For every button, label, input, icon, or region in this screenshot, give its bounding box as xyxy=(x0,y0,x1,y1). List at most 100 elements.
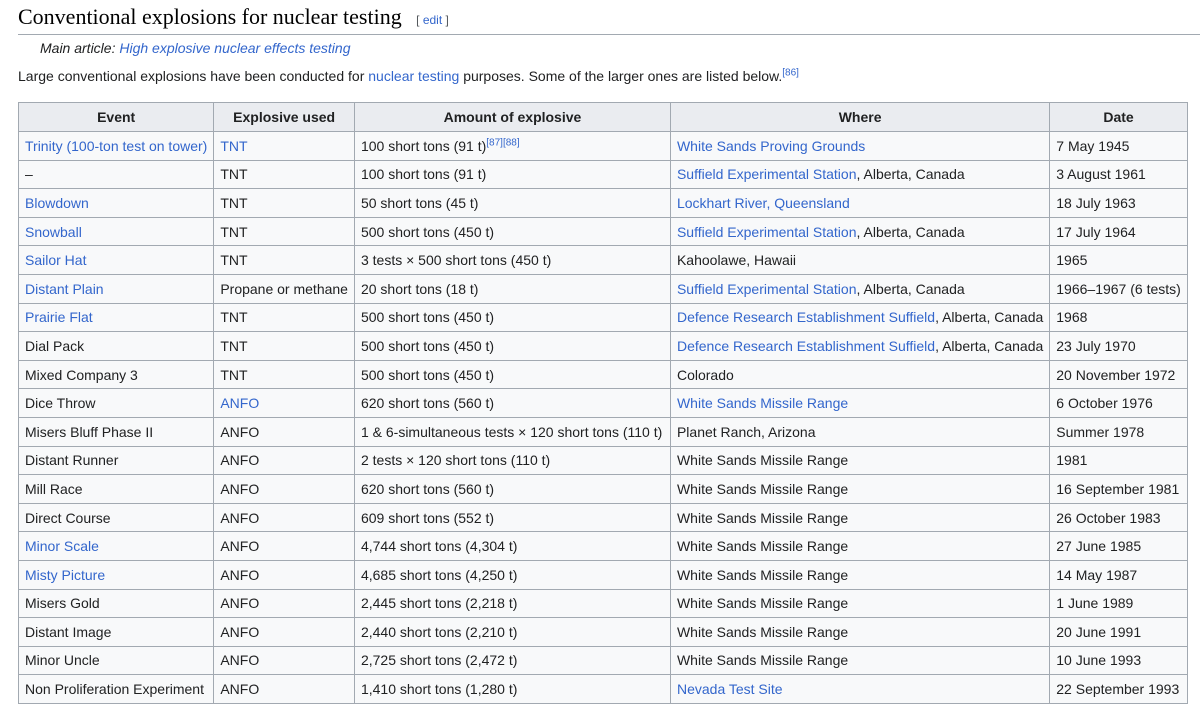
event-link[interactable]: Snowball xyxy=(25,224,82,240)
explosive-text: TNT xyxy=(220,309,248,326)
location-link[interactable]: White Sands Proving Grounds xyxy=(677,138,865,154)
header-explosive: Explosive used xyxy=(213,102,355,132)
main-article-link[interactable]: High explosive nuclear effects testing xyxy=(119,40,350,56)
table-row: – TNT 100 short tons (91 t) Suffield Experi… xyxy=(17,159,1188,190)
cell-amount: 100 short tons (91 t) xyxy=(353,159,671,190)
amount-text: 100 short tons (91 t) xyxy=(360,166,487,183)
location-text: White Sands Missile Range xyxy=(676,538,849,555)
location-text: White Sands Missile Range xyxy=(676,595,849,612)
location-link[interactable]: Suffield Experimental Station xyxy=(677,224,857,240)
location-link[interactable]: Defence Research Establishment Suffield xyxy=(677,309,935,325)
cell-date: 20 November 1972 xyxy=(1049,359,1188,390)
event-text: Mixed Company 3 xyxy=(25,366,138,383)
amount-text: 2,725 short tons (2,472 t) xyxy=(360,652,518,669)
edit-link[interactable]: edit xyxy=(423,13,442,27)
reference-link[interactable]: [86] xyxy=(782,67,799,78)
event-text: Distant Image xyxy=(25,623,112,640)
cell-where: Nevada Test Site xyxy=(669,674,1051,704)
date-text: 17 July 1964 xyxy=(1056,223,1136,240)
cell-event: Misers Gold xyxy=(17,588,215,619)
event-link[interactable]: Prairie Flat xyxy=(25,309,93,325)
location-link[interactable]: Lockhart River, Queensland xyxy=(677,195,850,211)
intro-text-before: Large conventional explosions have been … xyxy=(18,68,369,84)
cell-date: 17 July 1964 xyxy=(1049,216,1188,247)
event-link[interactable]: Blowdown xyxy=(25,195,89,211)
location-link[interactable]: Suffield Experimental Station xyxy=(677,166,857,182)
cell-where: White Sands Proving Grounds xyxy=(669,131,1051,161)
event-link[interactable]: Trinity (100-ton test on tower) xyxy=(25,138,207,154)
intro-text-after: purposes. Some of the larger ones are li… xyxy=(459,68,783,84)
location-text: White Sands Missile Range xyxy=(676,452,849,469)
explosive-link[interactable]: ANFO xyxy=(220,395,259,411)
hatnote-prefix: Main article: xyxy=(40,40,120,56)
cell-amount: 2,440 short tons (2,210 t) xyxy=(353,617,671,647)
date-text: 14 May 1987 xyxy=(1056,566,1138,583)
amount-text: 2,440 short tons (2,210 t) xyxy=(360,623,518,640)
event-link[interactable]: Minor Scale xyxy=(25,538,99,554)
nuclear-testing-link[interactable]: nuclear testing xyxy=(368,68,459,84)
amount-text: 4,744 short tons (4,304 t) xyxy=(360,538,518,555)
cell-explosive: ANFO xyxy=(213,617,355,647)
event-link[interactable]: Sailor Hat xyxy=(25,252,86,268)
location-text: White Sands Missile Range xyxy=(676,480,849,497)
event-text: Distant Runner xyxy=(25,452,119,469)
cell-event: Dice Throw xyxy=(17,388,215,418)
explosive-link[interactable]: TNT xyxy=(220,138,247,154)
date-text: 26 October 1983 xyxy=(1056,509,1161,526)
cell-explosive: TNT xyxy=(213,245,355,275)
cell-where: White Sands Missile Range xyxy=(669,559,1051,590)
explosive-text: ANFO xyxy=(220,509,260,526)
cell-where: Defence Research Establishment Suffield,… xyxy=(669,302,1051,333)
table-body: Trinity (100-ton test on tower) TNT 100 sh… xyxy=(17,131,1188,704)
cell-explosive: ANFO xyxy=(213,531,355,561)
cell-where: Planet Ranch, Arizona xyxy=(669,416,1051,447)
cell-explosive: TNT xyxy=(213,188,355,218)
cell-amount: 100 short tons (91 t)[87][88] xyxy=(353,131,671,161)
event-text: Mill Race xyxy=(25,480,83,497)
explosive-text: TNT xyxy=(220,166,248,183)
section-heading: Conventional explosions for nuclear test… xyxy=(18,4,1200,35)
event-link[interactable]: Misty Picture xyxy=(25,567,105,583)
location-text: , Alberta, Canada xyxy=(856,166,965,183)
location-text: , Alberta, Canada xyxy=(935,309,1044,326)
event-text: Dice Throw xyxy=(25,395,96,412)
table-row: Dial Pack TNT 500 short tons (450 t) Defenc… xyxy=(17,331,1188,361)
cell-where: White Sands Missile Range xyxy=(669,445,1051,476)
table-row: Distant Plain Propane or methane 20 short … xyxy=(17,273,1188,304)
location-link[interactable]: Nevada Test Site xyxy=(677,681,783,697)
event-link[interactable]: Distant Plain xyxy=(25,281,104,297)
cell-date: 23 July 1970 xyxy=(1049,331,1188,361)
reference-link[interactable]: [87][88] xyxy=(486,137,519,148)
cell-amount: 609 short tons (552 t) xyxy=(353,502,671,533)
cell-event: Non Proliferation Experiment xyxy=(17,674,215,704)
table-row: Snowball TNT 500 short tons (450 t) Suffiel… xyxy=(17,216,1188,247)
location-text: White Sands Missile Range xyxy=(676,566,849,583)
edit-bracket-close: ] xyxy=(442,13,449,27)
explosive-text: TNT xyxy=(220,366,248,383)
explosive-text: ANFO xyxy=(220,595,260,612)
cell-explosive: ANFO xyxy=(213,645,355,676)
explosive-text: ANFO xyxy=(220,566,260,583)
date-text: 1966–1967 (6 tests) xyxy=(1056,280,1181,297)
table-row: Misers Gold ANFO 2,445 short tons (2,218 t… xyxy=(17,588,1188,619)
location-link[interactable]: Defence Research Establishment Suffield xyxy=(677,338,935,354)
explosive-text: ANFO xyxy=(220,452,260,469)
location-link[interactable]: White Sands Missile Range xyxy=(677,395,848,411)
location-link[interactable]: Suffield Experimental Station xyxy=(677,281,857,297)
cell-event: Snowball xyxy=(17,216,215,247)
cell-where: White Sands Missile Range xyxy=(669,645,1051,676)
location-text: White Sands Missile Range xyxy=(676,652,849,669)
cell-amount: 620 short tons (560 t) xyxy=(353,474,671,504)
location-text: Kahoolawe, Hawaii xyxy=(676,252,797,269)
cell-event: Dial Pack xyxy=(17,331,215,361)
cell-date: 1968 xyxy=(1049,302,1188,333)
table-row: Distant Runner ANFO 2 tests × 120 short to… xyxy=(17,445,1188,476)
cell-where: Suffield Experimental Station, Alberta, … xyxy=(669,273,1051,304)
cell-date: 7 May 1945 xyxy=(1049,131,1188,161)
cell-where: White Sands Missile Range xyxy=(669,502,1051,533)
cell-event: – xyxy=(17,159,215,190)
header-date: Date xyxy=(1049,102,1188,132)
cell-amount: 4,744 short tons (4,304 t) xyxy=(353,531,671,561)
amount-text: 500 short tons (450 t) xyxy=(360,223,495,240)
cell-explosive: Propane or methane xyxy=(213,273,355,304)
